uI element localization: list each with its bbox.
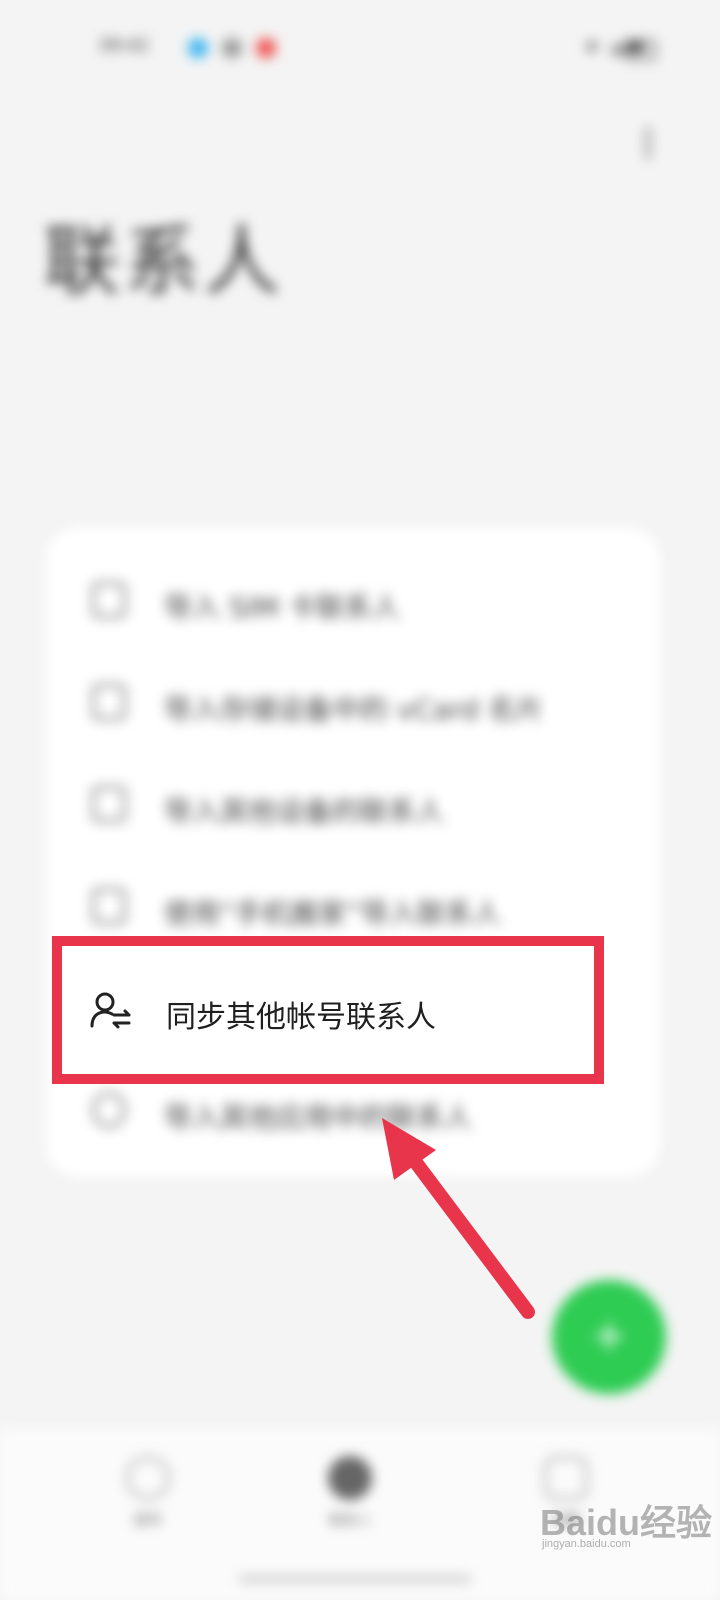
tab-contacts[interactable]: 联系人 [290,1456,410,1556]
status-bar: 09:42 ✱ ▲ ≋ [0,28,720,68]
menu-item-label: 使用“手机搬家”导入联系人 [164,897,502,930]
sim-card-icon [92,582,126,618]
watermark-url: jingyan.baidu.com [542,1538,631,1550]
baidu-watermark: Baidu经验 jingyan.baidu.com [540,1494,720,1550]
menu-item-label: 导入其他设备的联系人 [164,795,445,828]
menu-item-import-vcard[interactable]: 导入存储设备中的 vCard 名片 [46,652,660,752]
status-time: 09:42 [100,36,149,56]
contacts-icon [328,1456,372,1500]
notification-icon [256,38,276,58]
highlight-box [52,936,604,1084]
add-contact-icon: + [590,1310,628,1361]
menu-item-import-sim[interactable]: 导入 SIM 卡联系人 [46,550,660,650]
phone-clone-icon [92,888,126,924]
add-contact-button[interactable]: + [552,1280,666,1394]
home-indicator [238,1574,472,1584]
device-import-icon [92,786,126,822]
tab-dialer[interactable]: 拨号 [88,1456,208,1556]
more-vertical-icon[interactable] [636,124,660,168]
menu-item-label: 导入 SIM 卡联系人 [164,591,400,624]
contacts-app-background: 09:42 ✱ ▲ ≋ 联系人 导入 SIM 卡联系人 导入存储设备中的 vCa… [0,0,720,1600]
notification-icon [188,38,208,58]
phone-icon [126,1456,170,1500]
folder-icon [92,684,126,720]
menu-item-label: 导入存储设备中的 vCard 名片 [164,693,544,726]
tab-label: 联系人 [329,1513,371,1529]
battery-icon [624,40,656,60]
menu-item-label: 导入其他应用中的联系人 [164,1101,473,1134]
notification-icon [222,38,242,58]
app-import-icon [92,1092,126,1128]
menu-item-import-device[interactable]: 导入其他设备的联系人 [46,754,660,854]
page-title: 联系人 [44,217,284,306]
tab-label: 拨号 [134,1513,162,1529]
